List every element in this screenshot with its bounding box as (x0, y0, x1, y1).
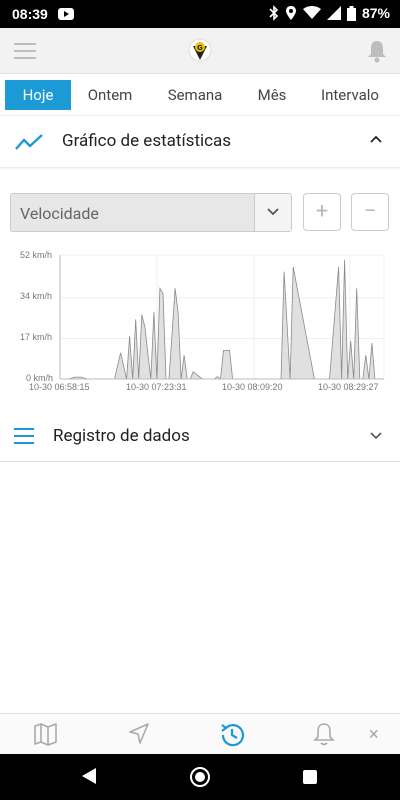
status-icons: 87% (269, 5, 390, 21)
metric-select[interactable]: Velocidade (10, 193, 292, 232)
zoom-in-button[interactable]: + (303, 193, 341, 231)
speed-chart: 52 km/h 34 km/h 17 km/h 0 km/h 10-30 06:… (0, 245, 400, 395)
map-icon[interactable] (33, 722, 59, 746)
bottom-nav: × (0, 713, 400, 754)
y-tick-label: 17 km/h (20, 332, 53, 342)
battery-icon (346, 5, 356, 21)
tab-semana[interactable]: Semana (149, 80, 241, 110)
chevron-up-icon[interactable] (370, 135, 382, 143)
wifi-icon (302, 6, 321, 19)
chevron-down-icon (267, 208, 279, 216)
trend-line-icon (15, 134, 43, 150)
youtube-notification-icon (58, 8, 74, 20)
close-icon[interactable]: × (369, 724, 379, 745)
alerts-bell-icon[interactable] (313, 722, 335, 746)
hamburger-icon[interactable] (14, 43, 36, 59)
chart-canvas (59, 254, 385, 380)
home-icon[interactable] (190, 767, 210, 787)
x-tick-label: 10-30 08:09:20 (222, 382, 283, 392)
stats-section-header[interactable]: Gráfico de estatísticas (0, 116, 400, 168)
status-bar: 08:39 87% (0, 0, 400, 28)
battery-level: 87% (361, 5, 390, 21)
y-tick-label: 34 km/h (20, 291, 53, 301)
tab-intervalo[interactable]: Intervalo (303, 80, 397, 110)
back-icon[interactable] (82, 768, 96, 784)
system-nav-bar (0, 754, 400, 800)
metric-select-value: Velocidade (20, 204, 99, 223)
tab-mes[interactable]: Mês (241, 80, 303, 110)
history-clock-icon[interactable] (218, 721, 246, 749)
recent-apps-icon[interactable] (303, 770, 317, 784)
location-icon (285, 6, 296, 20)
svg-text:G: G (197, 44, 203, 52)
app-logo: G (188, 38, 212, 62)
period-tabs: Hoje Ontem Semana Mês Intervalo (0, 74, 400, 116)
zoom-out-button[interactable]: − (351, 193, 389, 231)
signal-icon (326, 6, 341, 20)
select-caret[interactable] (254, 194, 291, 231)
x-tick-label: 10-30 08:29:27 (318, 382, 379, 392)
tab-ontem[interactable]: Ontem (71, 80, 149, 110)
x-tick-label: 10-30 07:23:31 (126, 382, 187, 392)
speed-series-area (60, 259, 384, 380)
app-bar: G (0, 28, 400, 74)
chevron-down-icon[interactable] (370, 432, 382, 440)
data-log-section-header[interactable]: Registro de dados (0, 412, 400, 462)
x-tick-label: 10-30 06:58:15 (29, 382, 90, 392)
stats-section-title: Gráfico de estatísticas (62, 131, 232, 151)
notifications-bell-icon[interactable] (366, 39, 388, 63)
y-tick-label: 52 km/h (20, 250, 53, 260)
navigation-arrow-icon[interactable] (127, 722, 151, 746)
bluetooth-icon (269, 5, 279, 21)
tab-hoje[interactable]: Hoje (5, 79, 71, 110)
status-time: 08:39 (12, 6, 48, 22)
list-icon (14, 428, 34, 444)
data-log-title: Registro de dados (53, 426, 190, 446)
